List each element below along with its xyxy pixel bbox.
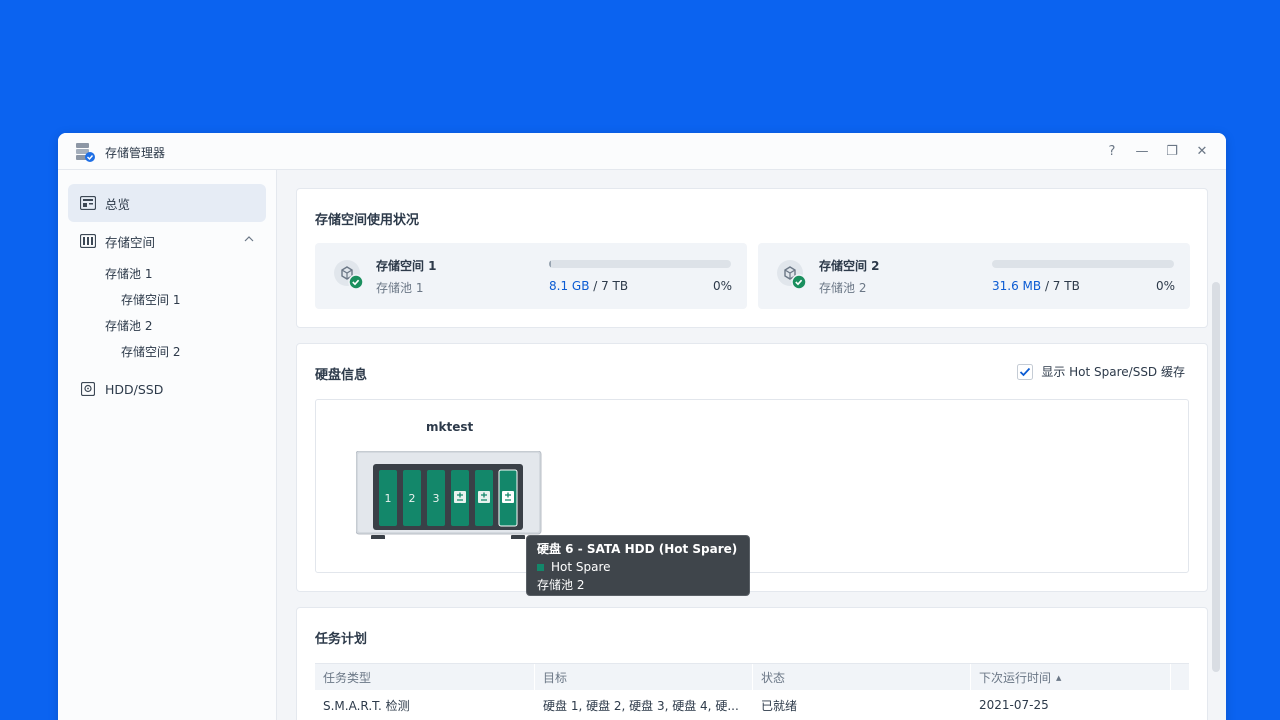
volume-pool: 存储池 1: [376, 281, 424, 295]
show-hotspare-label: 显示 Hot Spare/SSD 缓存: [1041, 365, 1185, 379]
disk-panel: mktest 1 2 3: [315, 399, 1189, 573]
cell-task-type: S.M.A.R.T. 检测: [323, 698, 410, 713]
tooltip-title: 硬盘 6 - SATA HDD (Hot Spare): [537, 542, 738, 556]
volume-card-2[interactable]: 存储空间 2 存储池 2 31.6 MB / 7 TB 0%: [758, 243, 1190, 309]
vertical-scrollbar[interactable]: [1212, 282, 1220, 672]
main-content: 存储空间使用状况 存储空间 1 存储池 1 8.1 GB / 7 TB 0% 存…: [278, 170, 1226, 720]
hot-spare-icon: [502, 491, 514, 503]
close-button[interactable]: ✕: [1192, 141, 1212, 161]
volume-total: / 7 TB: [589, 279, 629, 293]
volume-used-value: 8.1 GB: [549, 279, 590, 293]
chevron-up-icon[interactable]: [244, 234, 254, 244]
disk-bay-label: 2: [409, 492, 416, 505]
disk-bay-hotspare[interactable]: [475, 470, 493, 526]
tooltip-pool: 存储池 2: [537, 578, 585, 592]
task-schedule-title: 任务计划: [315, 632, 368, 647]
table-row[interactable]: S.M.A.R.T. 检测 硬盘 1, 硬盘 2, 硬盘 3, 硬盘 4, 硬.…: [315, 692, 1189, 718]
column-status[interactable]: 状态: [753, 664, 971, 691]
column-target[interactable]: 目标: [535, 664, 753, 691]
volume-healthy-icon: [334, 260, 364, 290]
status-square-icon: [537, 563, 544, 571]
disk-bay[interactable]: 2: [403, 470, 421, 526]
storage-manager-icon: [76, 143, 95, 162]
sidebar-item-vol2[interactable]: 存储空间 2: [58, 338, 276, 364]
usage-bar-fill: [549, 260, 551, 268]
volume-used-value: 31.6 MB: [992, 279, 1042, 293]
device-name: mktest: [426, 420, 474, 434]
sidebar-item-label: 存储空间: [105, 234, 156, 250]
volume-name: 存储空间 1: [376, 259, 437, 273]
volume-used: 31.6 MB / 7 TB: [992, 279, 1080, 293]
volume-pool: 存储池 2: [819, 281, 867, 295]
tooltip-status: Hot Spare: [537, 558, 739, 576]
sidebar-item-pool1[interactable]: 存储池 1: [58, 260, 276, 286]
tooltip-status-label: Hot Spare: [551, 560, 611, 574]
disk-bay-hotspare[interactable]: [451, 470, 469, 526]
minimize-button[interactable]: —: [1132, 141, 1152, 161]
volume-percent: 0%: [712, 279, 732, 293]
volume-healthy-icon: [777, 260, 807, 290]
table-header: 任务类型 目标 状态 下次运行时间 ▲: [315, 663, 1189, 691]
sidebar-item-label: HDD/SSD: [105, 381, 164, 397]
disk-bay[interactable]: 3: [427, 470, 445, 526]
disk-info-card: 硬盘信息 显示 Hot Spare/SSD 缓存 mktest 1 2 3: [296, 343, 1208, 592]
hot-spare-icon: [454, 491, 466, 503]
volume-name: 存储空间 2: [819, 259, 880, 273]
column-next-run-label: 下次运行时间: [979, 671, 1052, 685]
cell-next-run: 2021-07-25: [979, 698, 1049, 712]
volume-card-1[interactable]: 存储空间 1 存储池 1 8.1 GB / 7 TB 0%: [315, 243, 747, 309]
disk-info-title: 硬盘信息: [315, 368, 368, 383]
usage-card: 存储空间使用状况 存储空间 1 存储池 1 8.1 GB / 7 TB 0% 存…: [296, 188, 1208, 328]
disk-bay[interactable]: 1: [379, 470, 397, 526]
sidebar-item-storage[interactable]: 存储空间: [68, 222, 266, 260]
maximize-button[interactable]: ❐: [1162, 141, 1182, 161]
sidebar: 总览 存储空间 存储池 1 存储空间 1 存储池 2 存储空间 2 HDD/SS…: [58, 170, 277, 720]
hot-spare-icon: [478, 491, 490, 503]
volume-percent: 0%: [1155, 279, 1175, 293]
sidebar-item-label: 总览: [105, 196, 131, 212]
window-titlebar[interactable]: 存储管理器 ? — ❐ ✕: [58, 133, 1226, 170]
window-controls: ? — ❐ ✕: [1102, 141, 1212, 161]
volume-used: 8.1 GB / 7 TB: [549, 279, 628, 293]
app-title: 存储管理器: [105, 146, 166, 160]
nas-device: 1 2 3: [356, 451, 542, 539]
sidebar-item-vol1[interactable]: 存储空间 1: [58, 286, 276, 312]
overview-icon: [80, 195, 96, 211]
volume-total: / 7 TB: [1041, 279, 1080, 293]
sidebar-item-hdd[interactable]: HDD/SSD: [68, 370, 266, 408]
hdd-icon: [80, 381, 96, 397]
storage-manager-window: 存储管理器 ? — ❐ ✕ 总览 存储空间 存储池 1 存储空间 1 存储池 2…: [58, 133, 1226, 720]
usage-title: 存储空间使用状况: [315, 213, 420, 228]
column-next-run[interactable]: 下次运行时间 ▲: [971, 664, 1171, 691]
help-button[interactable]: ?: [1102, 141, 1122, 161]
sidebar-item-pool2[interactable]: 存储池 2: [58, 312, 276, 338]
usage-bar: [549, 260, 731, 268]
disk-bay-hotspare-selected[interactable]: [498, 469, 518, 527]
usage-bar: [992, 260, 1174, 268]
cell-target: 硬盘 1, 硬盘 2, 硬盘 3, 硬盘 4, 硬...: [543, 698, 739, 713]
show-hotspare-toggle[interactable]: 显示 Hot Spare/SSD 缓存: [1017, 363, 1185, 380]
column-spacer: [1171, 664, 1189, 691]
cell-status: 已就绪: [761, 698, 798, 713]
column-task-type[interactable]: 任务类型: [315, 664, 535, 691]
storage-icon: [80, 233, 96, 249]
sort-ascending-icon: ▲: [1056, 673, 1062, 682]
disk-bay-label: 3: [433, 492, 440, 505]
checkbox-checked-icon[interactable]: [1017, 363, 1034, 380]
disk-bay-label: 1: [385, 492, 392, 505]
disk-tooltip: 硬盘 6 - SATA HDD (Hot Spare) Hot Spare 存储…: [526, 535, 750, 596]
sidebar-item-overview[interactable]: 总览: [68, 184, 266, 222]
task-schedule-card: 任务计划 任务类型 目标 状态 下次运行时间 ▲ S.M.A.R.T. 检测 硬…: [296, 607, 1208, 720]
